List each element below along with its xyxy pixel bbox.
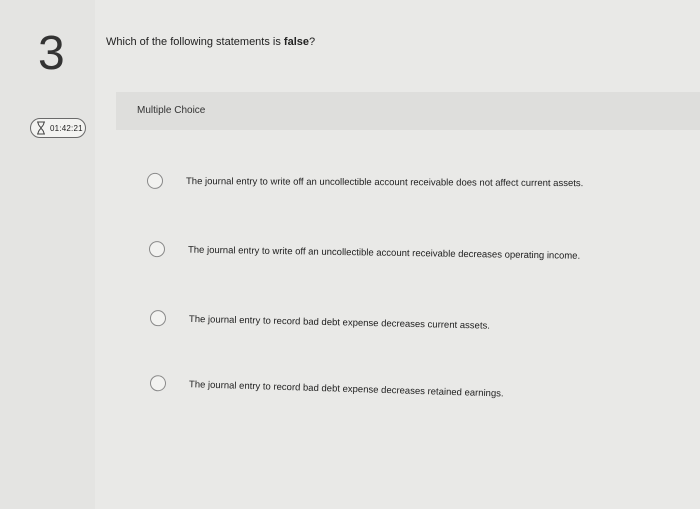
timer-value: 01:42:21 — [50, 123, 83, 133]
option-text: The journal entry to write off an uncoll… — [187, 244, 581, 262]
question-text: Which of the following statements is fal… — [106, 36, 315, 48]
option-3[interactable]: The journal entry to record bad debt exp… — [149, 310, 491, 334]
question-text-after: ? — [309, 36, 316, 48]
option-4[interactable]: The journal entry to record bad debt exp… — [149, 375, 504, 401]
option-text: The journal entry to record bad debt exp… — [188, 378, 504, 399]
hourglass-icon — [37, 121, 45, 135]
question-emphasis: false — [283, 36, 309, 48]
radio-button[interactable] — [146, 172, 164, 189]
answer-format-label: Multiple Choice — [137, 105, 206, 116]
option-2[interactable]: The journal entry to write off an uncoll… — [148, 241, 581, 264]
radio-button[interactable] — [148, 241, 166, 258]
radio-button[interactable] — [149, 310, 167, 327]
question-text-before: Which of the following statements is — [106, 36, 284, 48]
option-text: The journal entry to write off an uncoll… — [185, 175, 584, 189]
radio-button[interactable] — [149, 375, 167, 392]
timer-badge[interactable]: 01:42:21 — [30, 118, 86, 138]
option-text: The journal entry to record bad debt exp… — [188, 313, 491, 332]
option-1[interactable]: The journal entry to write off an uncoll… — [146, 172, 584, 191]
question-number: 3 — [38, 27, 65, 80]
